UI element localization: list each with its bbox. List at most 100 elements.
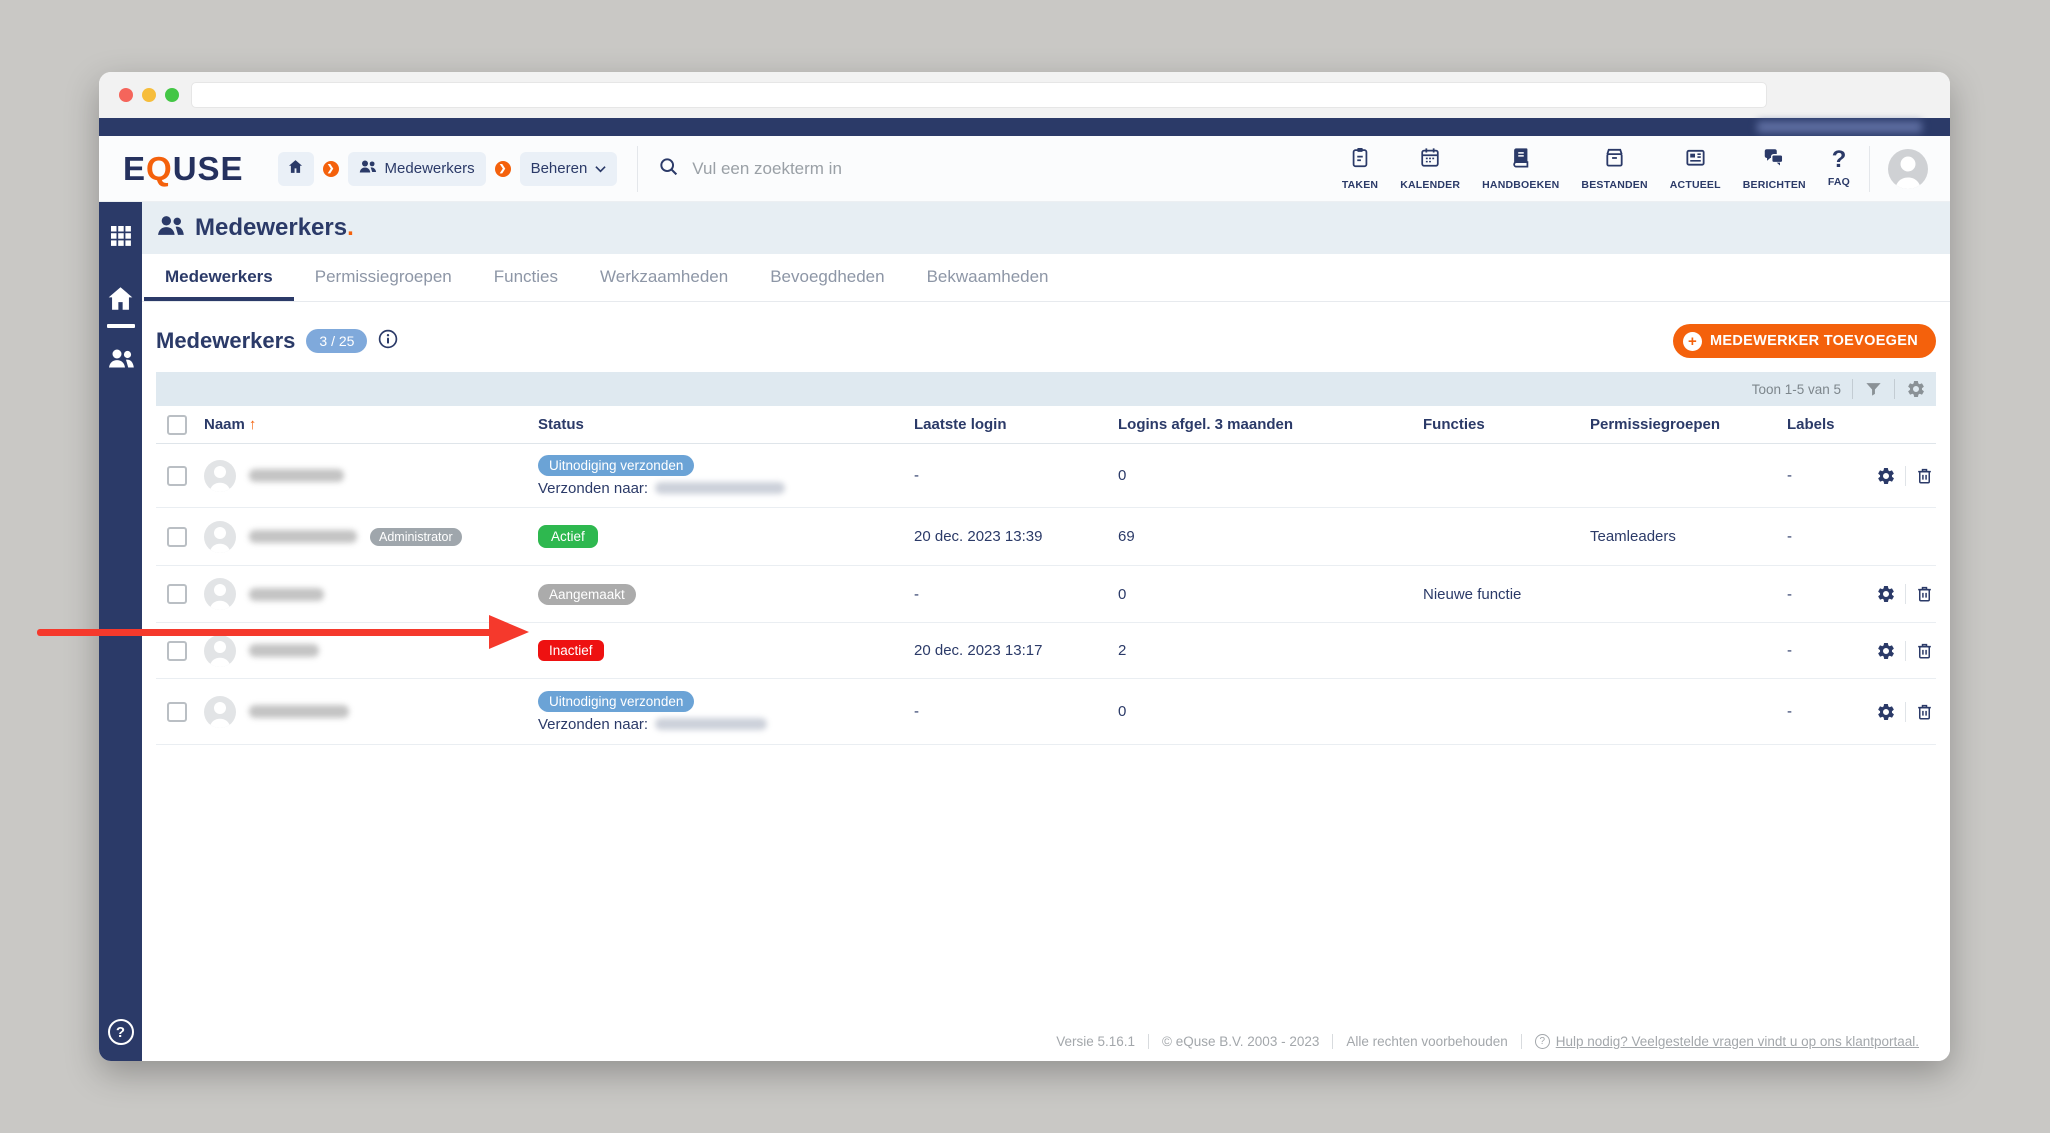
delete-trash-icon[interactable] <box>1915 584 1934 604</box>
row-checkbox[interactable] <box>167 465 187 486</box>
delete-trash-icon[interactable] <box>1915 466 1934 486</box>
column-functies[interactable]: Functies <box>1423 416 1590 433</box>
row-checkbox[interactable] <box>167 701 187 722</box>
sidebar-home-icon[interactable] <box>107 284 135 312</box>
footer-copyright: © eQuse B.V. 2003 - 2023 <box>1148 1034 1332 1049</box>
logins-value: 0 <box>1118 703 1127 720</box>
redacted-email <box>655 718 768 730</box>
redacted-email <box>655 482 786 494</box>
redacted-name <box>249 644 319 657</box>
redacted-name <box>249 469 344 482</box>
address-bar[interactable] <box>191 82 1767 108</box>
functies-value: Nieuwe functie <box>1423 585 1522 603</box>
column-naam[interactable]: Naam ↑ <box>198 416 538 433</box>
global-search[interactable]: Vul een zoekterm in <box>658 156 842 182</box>
row-checkbox[interactable] <box>167 640 187 661</box>
column-logins[interactable]: Logins afgel. 3 maanden <box>1118 416 1423 433</box>
home-icon <box>287 158 304 179</box>
nav-taken[interactable]: TAKEN <box>1331 136 1389 201</box>
logins-value: 2 <box>1118 642 1127 659</box>
breadcrumb-home[interactable] <box>277 151 314 186</box>
redacted-name <box>249 705 349 718</box>
chevron-right-icon: ❯ <box>322 160 339 177</box>
column-labels[interactable]: Labels <box>1787 416 1867 433</box>
main-area: Medewerkers. Medewerkers Permissiegroepe… <box>142 202 1950 1061</box>
avatar <box>204 634 236 667</box>
table-settings-gear-icon[interactable] <box>1906 379 1926 399</box>
tab-functies[interactable]: Functies <box>473 254 579 301</box>
select-all-checkbox[interactable] <box>167 414 187 435</box>
row-checkbox[interactable] <box>167 526 187 547</box>
tab-medewerkers[interactable]: Medewerkers <box>144 254 294 301</box>
user-avatar[interactable] <box>1888 148 1928 189</box>
status-badge: Aangemaakt <box>538 583 636 605</box>
avatar <box>204 520 236 553</box>
row-settings-gear-icon[interactable] <box>1876 702 1896 722</box>
labels-value: - <box>1787 467 1792 484</box>
browser-chrome <box>99 72 1950 118</box>
delete-trash-icon[interactable] <box>1915 641 1934 661</box>
table-row[interactable]: Uitnodiging verzonden Verzonden naar: - … <box>156 444 1936 508</box>
last-login-value: 20 dec. 2023 13:17 <box>914 642 1043 659</box>
sidebar-apps-grid-icon[interactable] <box>107 222 135 250</box>
row-settings-gear-icon[interactable] <box>1876 466 1896 486</box>
sidebar-users-icon[interactable] <box>107 344 135 372</box>
nav-berichten[interactable]: BERICHTEN <box>1732 136 1817 201</box>
chat-icon <box>1762 146 1786 174</box>
archive-icon <box>1603 146 1626 174</box>
nav-bestanden[interactable]: BESTANDEN <box>1570 136 1658 201</box>
row-settings-gear-icon[interactable] <box>1876 641 1896 661</box>
tab-permissiegroepen[interactable]: Permissiegroepen <box>294 254 473 301</box>
page-title-bar: Medewerkers. <box>142 202 1950 254</box>
table-header-row: Naam ↑ Status Laatste login Logins afgel.… <box>156 406 1936 444</box>
maximize-window-button[interactable] <box>165 88 179 102</box>
row-checkbox[interactable] <box>167 584 187 604</box>
add-employee-button[interactable]: + MEDEWERKER TOEVOEGEN <box>1673 324 1936 358</box>
sidebar: ? <box>99 202 142 1061</box>
search-input[interactable]: Vul een zoekterm in <box>692 159 842 179</box>
column-status[interactable]: Status <box>538 416 914 433</box>
avatar <box>204 459 236 492</box>
nav-handboeken[interactable]: HANDBOEKEN <box>1471 136 1570 201</box>
table-row[interactable]: Administrator Actief 20 dec. 2023 13:39 … <box>156 508 1936 566</box>
avatar <box>204 695 236 728</box>
redacted-name <box>249 587 324 601</box>
browser-window: EQUSE ❯ Medewerkers ❯ Beheren Vul een zo… <box>99 72 1950 1061</box>
last-login-value: - <box>914 585 919 603</box>
tab-bekwaamheden[interactable]: Bekwaamheden <box>906 254 1070 301</box>
nav-kalender[interactable]: KALENDER <box>1389 136 1471 201</box>
table-row[interactable]: Aangemaakt - 0 Nieuwe functie - <box>156 566 1936 623</box>
logins-value: 69 <box>1118 528 1135 545</box>
sidebar-help-button[interactable]: ? <box>107 1019 134 1045</box>
header-divider <box>1869 145 1870 192</box>
breadcrumb-medewerkers[interactable]: Medewerkers <box>347 151 486 186</box>
table-toolbar: Toon 1-5 van 5 <box>156 372 1936 406</box>
logins-value: 0 <box>1118 467 1127 484</box>
calendar-icon <box>1419 146 1441 174</box>
table-row[interactable]: Inactief 20 dec. 2023 13:17 2 - <box>156 623 1936 679</box>
table-row[interactable]: Uitnodiging verzonden Verzonden naar: - … <box>156 679 1936 745</box>
tab-werkzaamheden[interactable]: Werkzaamheden <box>579 254 749 301</box>
tab-bevoegdheden[interactable]: Bevoegdheden <box>749 254 905 301</box>
close-window-button[interactable] <box>119 88 133 102</box>
minimize-window-button[interactable] <box>142 88 156 102</box>
users-icon <box>359 159 377 178</box>
delete-trash-icon[interactable] <box>1915 702 1934 722</box>
labels-value: - <box>1787 642 1792 659</box>
nav-faq[interactable]: ? FAQ <box>1817 136 1861 201</box>
column-permissiegroepen[interactable]: Permissiegroepen <box>1590 416 1787 433</box>
row-settings-gear-icon[interactable] <box>1876 584 1896 604</box>
help-question-icon: ? <box>1534 1034 1550 1049</box>
nav-actueel[interactable]: ACTUEEL <box>1659 136 1732 201</box>
info-icon[interactable] <box>378 329 398 354</box>
breadcrumb-beheren-dropdown[interactable]: Beheren <box>519 151 618 186</box>
clipboard-icon <box>1349 146 1371 174</box>
equse-logo[interactable]: EQUSE <box>123 150 244 188</box>
filter-icon[interactable] <box>1864 380 1883 399</box>
status-badge: Actief <box>538 525 598 548</box>
status-badge-inactief: Inactief <box>538 640 604 661</box>
column-laatste-login[interactable]: Laatste login <box>914 416 1118 433</box>
footer-help-link[interactable]: Hulp nodig? Veelgestelde vragen vindt u … <box>1556 1034 1919 1049</box>
tab-bar: Medewerkers Permissiegroepen Functies We… <box>142 254 1950 302</box>
breadcrumb-medewerkers-label: Medewerkers <box>384 160 475 177</box>
